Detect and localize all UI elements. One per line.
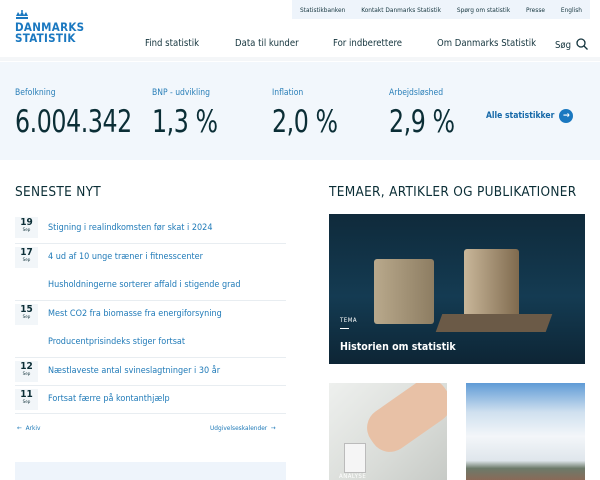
news-item[interactable]: 11 Sep Fortsat færre på kontanthjælp bbox=[15, 385, 286, 414]
date-day: 17 bbox=[20, 246, 33, 258]
archive-link[interactable]: ← Arkiv bbox=[17, 424, 41, 432]
stat-arbejdsloshed[interactable]: Arbejdsløshed 2,9 % bbox=[389, 88, 466, 140]
nav-data-til-kunder[interactable]: Data til kunder bbox=[235, 38, 299, 49]
themes-heading: TEMAER, ARTIKLER OG PUBLIKATIONER bbox=[329, 184, 577, 200]
stat-befolkning[interactable]: Befolkning 6.004.342 bbox=[15, 88, 152, 140]
arrow-right-icon: → bbox=[267, 424, 276, 432]
search-icon bbox=[576, 38, 588, 50]
feature-card[interactable]: TEMA Historien om statistik bbox=[329, 214, 585, 364]
arrow-right-icon: → bbox=[559, 109, 574, 123]
logo-line2: STATISTIK bbox=[15, 31, 76, 45]
news-item[interactable]: Husholdningerne sorterer affald i stigen… bbox=[15, 271, 286, 300]
all-stats-label: Alle statistikker bbox=[486, 111, 555, 121]
news-link[interactable]: Stigning i realindkomsten før skat i 202… bbox=[48, 223, 212, 233]
date-badge: 12 Sep bbox=[15, 360, 38, 382]
nav-om-dst[interactable]: Om Danmarks Statistik bbox=[437, 38, 536, 49]
util-link-english[interactable]: English bbox=[561, 6, 582, 14]
news-item[interactable]: 17 Sep 4 ud af 10 unge træner i fitnesscen… bbox=[15, 242, 286, 272]
book-image bbox=[374, 259, 434, 324]
all-stats-link[interactable]: Alle statistikker → bbox=[486, 109, 574, 123]
header-divider bbox=[0, 57, 600, 61]
crown-icon bbox=[16, 10, 28, 19]
key-figures: Befolkning 6.004.342 BNP - udvikling 1,3 %… bbox=[0, 62, 600, 160]
archive-label: Arkiv bbox=[25, 424, 41, 432]
feature-tag: TEMA bbox=[340, 317, 358, 324]
stat-inflation[interactable]: Inflation 2,0 % bbox=[272, 88, 349, 140]
date-month: Sep bbox=[22, 228, 31, 233]
date-badge: 17 Sep bbox=[15, 246, 38, 268]
search-button[interactable]: Søg bbox=[555, 38, 588, 51]
calendar-link[interactable]: Udgivelseskalender → bbox=[210, 424, 276, 432]
news-item[interactable]: 12 Sep Næstlaveste antal svineslagtninger … bbox=[15, 356, 286, 386]
utility-nav: Statistikbanken Kontakt Danmarks Statist… bbox=[292, 0, 590, 19]
news-link[interactable]: Mest CO2 fra biomasse fra energiforsynin… bbox=[48, 309, 222, 319]
stat-value: 2,9 % bbox=[389, 104, 455, 140]
stat-label: Arbejdsløshed bbox=[389, 88, 444, 98]
date-badge: 19 Sep bbox=[15, 217, 38, 238]
news-link[interactable]: Fortsat færre på kontanthjælp bbox=[48, 394, 170, 404]
date-day: 12 bbox=[20, 360, 33, 372]
date-day: 15 bbox=[20, 303, 33, 315]
search-label: Søg bbox=[555, 40, 572, 51]
stat-bnp[interactable]: BNP - udvikling 1,3 % bbox=[152, 88, 229, 140]
news-link[interactable]: Husholdningerne sorterer affald i stigen… bbox=[48, 280, 241, 290]
arrow-left-icon: ← bbox=[17, 424, 26, 432]
stat-label: Inflation bbox=[272, 88, 304, 98]
date-month: Sep bbox=[22, 314, 31, 320]
news-item[interactable]: 19 Sep Stigning i realindkomsten før skat … bbox=[15, 214, 286, 243]
hand-image bbox=[359, 383, 447, 460]
book-image bbox=[464, 249, 519, 324]
calendar-label: Udgivelseskalender bbox=[210, 424, 268, 432]
news-heading: SENESTE NYT bbox=[15, 184, 102, 200]
date-badge: 11 Sep bbox=[15, 389, 38, 410]
util-link-kontakt[interactable]: Kontakt Danmarks Statistik bbox=[361, 6, 441, 14]
date-day: 19 bbox=[20, 217, 33, 228]
news-link[interactable]: 4 ud af 10 unge træner i fitnesscenter bbox=[48, 252, 203, 262]
stat-value: 1,3 % bbox=[152, 104, 218, 140]
news-link[interactable]: Producentprisindeks stiger fortsat bbox=[48, 337, 185, 347]
news-link[interactable]: Næstlaveste antal svineslagtninger i 30 … bbox=[48, 366, 220, 376]
news-item[interactable]: 15 Sep Mest CO2 fra biomasse fra energifor… bbox=[15, 299, 286, 329]
news-list: 19 Sep Stigning i realindkomsten før skat … bbox=[15, 214, 286, 414]
charger-image bbox=[344, 443, 366, 473]
util-link-presse[interactable]: Presse bbox=[526, 6, 545, 14]
info-box bbox=[15, 462, 286, 480]
tag-underline bbox=[340, 328, 349, 329]
stat-value: 6.004.342 bbox=[15, 104, 132, 140]
date-badge: 15 Sep bbox=[15, 303, 38, 325]
analysis-card[interactable]: ANALYSE bbox=[329, 383, 447, 480]
util-link-statistikbanken[interactable]: Statistikbanken bbox=[300, 6, 345, 14]
date-month: Sep bbox=[22, 400, 31, 405]
stat-value: 2,0 % bbox=[272, 104, 338, 140]
util-link-sporg[interactable]: Spørg om statistik bbox=[457, 6, 510, 14]
nav-for-indberettere[interactable]: For indberettere bbox=[333, 38, 402, 49]
news-item[interactable]: Producentprisindeks stiger fortsat bbox=[15, 328, 286, 357]
feature-title: Historien om statistik bbox=[340, 341, 456, 353]
date-month: Sep bbox=[22, 371, 31, 377]
card-tag: ANALYSE bbox=[339, 473, 367, 480]
stat-label: Befolkning bbox=[15, 88, 56, 98]
book-stack-image bbox=[435, 314, 553, 332]
nav-find-statistik[interactable]: Find statistik bbox=[145, 38, 199, 49]
sky-city-card[interactable] bbox=[466, 383, 585, 480]
stat-label: BNP - udvikling bbox=[152, 88, 210, 98]
date-day: 11 bbox=[20, 389, 33, 400]
date-month: Sep bbox=[22, 257, 31, 263]
logo[interactable]: DANMARKS STATISTIK bbox=[15, 10, 84, 44]
